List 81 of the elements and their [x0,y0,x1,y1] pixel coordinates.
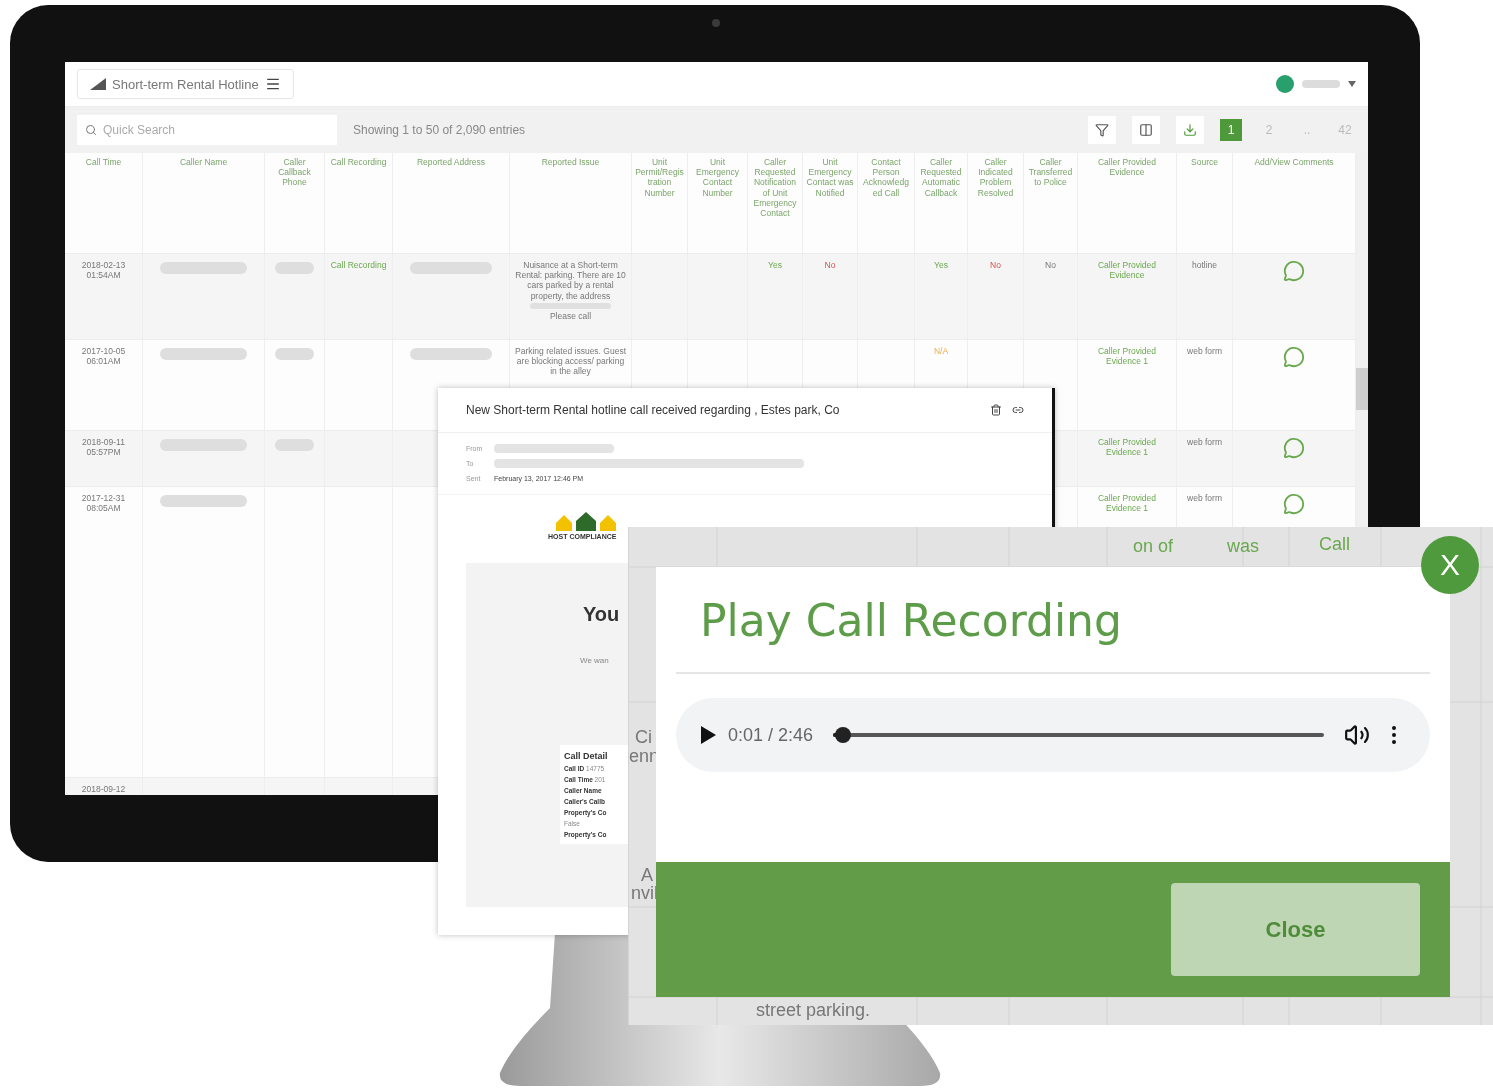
table-cell-text: Nuisance at a Short-term Rental: parking. There are 10 cars parked by a rental property, the address [514,260,627,301]
email-intro: We wan [580,656,609,665]
comment-icon[interactable] [1283,493,1305,515]
column-header: Caller Requested Automatic Callback [915,153,968,253]
column-header: Call Recording [325,153,393,253]
column-header: Unit Permit/Registration Number [632,153,688,253]
entries-info: Showing 1 to 50 of 2,090 entries [353,123,527,137]
table-cell: No [990,260,1001,271]
column-header: Contact Person Acknowledged Call [858,153,915,253]
table-text: A [641,866,653,884]
column-header: Caller Requested Notification of Unit Emergency Contact [748,153,803,253]
link-text[interactable]: Call Recording [330,260,387,271]
table-cell: hotline [1191,260,1218,271]
column-header: Caller Name [143,153,265,253]
redacted-block [274,348,315,360]
table-cell: Yes [768,260,782,271]
link-text[interactable]: Caller Provided Evidence [1081,260,1173,281]
link-icon[interactable] [1012,404,1024,416]
table-cell-text: 2017-12-31 08:05AM [80,493,127,514]
table-cell: No [1045,260,1056,271]
details-title: Call Detail [564,751,609,761]
comment-icon[interactable] [1283,346,1305,368]
column-header: Caller Transferred to Police [1024,153,1078,253]
volume-icon[interactable] [1344,722,1370,748]
page-button[interactable]: 1 [1220,119,1242,141]
download-icon [1183,123,1197,137]
redacted-block [1302,80,1340,88]
table-cell: Please call [549,310,592,321]
email-heading: You [583,603,620,626]
column-header: Caller Provided Evidence [1078,153,1177,253]
table-cell: No [824,260,836,271]
table-cell-text: Parking related issues. Guest are blocking access/ parking in the alley [514,346,627,377]
houses-logo-icon [554,511,618,533]
link-text[interactable]: Caller Provided Evidence 1 [1081,437,1173,458]
table-cell: N/A [933,346,949,357]
column-header: Reported Issue [510,153,632,253]
email-subject: New Short-term Rental hotline call received regarding , Estes park, Co [466,403,841,417]
search-icon [85,124,97,136]
table-cell-text: 2018-09-11 05:57PM [81,437,126,458]
close-button[interactable]: Close [1171,883,1420,976]
filter-icon [1095,123,1109,137]
column-header: Caller Callback Phone [265,153,325,253]
column-header: Reported Address [393,153,510,253]
column-header: Source [1177,153,1233,253]
table-cell-text: 2018-02-13 01:54AM [80,260,127,281]
table-text: was [1227,537,1259,555]
column-header: Unit Emergency Contact was Notified [803,153,858,253]
signal-icon [90,78,106,90]
table-cell: web form [1187,493,1222,504]
menu-icon[interactable] [264,76,281,92]
columns-button[interactable] [1132,116,1160,144]
table-text: on of [1133,537,1174,555]
table-text: Ci [635,728,652,746]
scrollbar-thumb[interactable] [1356,368,1368,410]
trash-icon[interactable] [990,404,1002,416]
seek-handle[interactable] [834,727,851,743]
table-cell: web form [1187,346,1222,357]
table-text: Call [1319,535,1350,553]
table-cell: web form [1187,437,1222,448]
column-header: Call Time [65,153,143,253]
table-cell: 2018-09-12 [81,784,126,795]
caret-icon[interactable] [1348,81,1356,87]
table-cell-text: 2017-10-05 06:01AM [80,346,127,367]
column-header: Unit Emergency Contact Number [688,153,748,253]
column-header: Caller Indicated Problem Resolved [968,153,1024,253]
avatar [1276,75,1294,93]
filter-button[interactable] [1088,116,1116,144]
table-text: street parking. [756,1001,871,1019]
app-title: Short-term Rental Hotline [112,76,259,92]
camera-dot [712,19,720,27]
link-text[interactable]: Caller Provided Evidence 1 [1081,493,1173,514]
table-cell: Yes [934,260,948,271]
comment-icon[interactable] [1283,260,1305,282]
time-display: 0:01 / 2:46 [728,724,814,746]
link-text[interactable]: Caller Provided Evidence 1 [1081,346,1173,367]
columns-icon [1139,123,1153,137]
page-button[interactable]: .. [1296,119,1318,141]
play-button[interactable] [700,726,716,744]
search-field[interactable]: Quick Search [77,115,337,145]
dialog-title: Play Call Recording [699,594,1123,648]
comment-icon[interactable] [1283,437,1305,459]
